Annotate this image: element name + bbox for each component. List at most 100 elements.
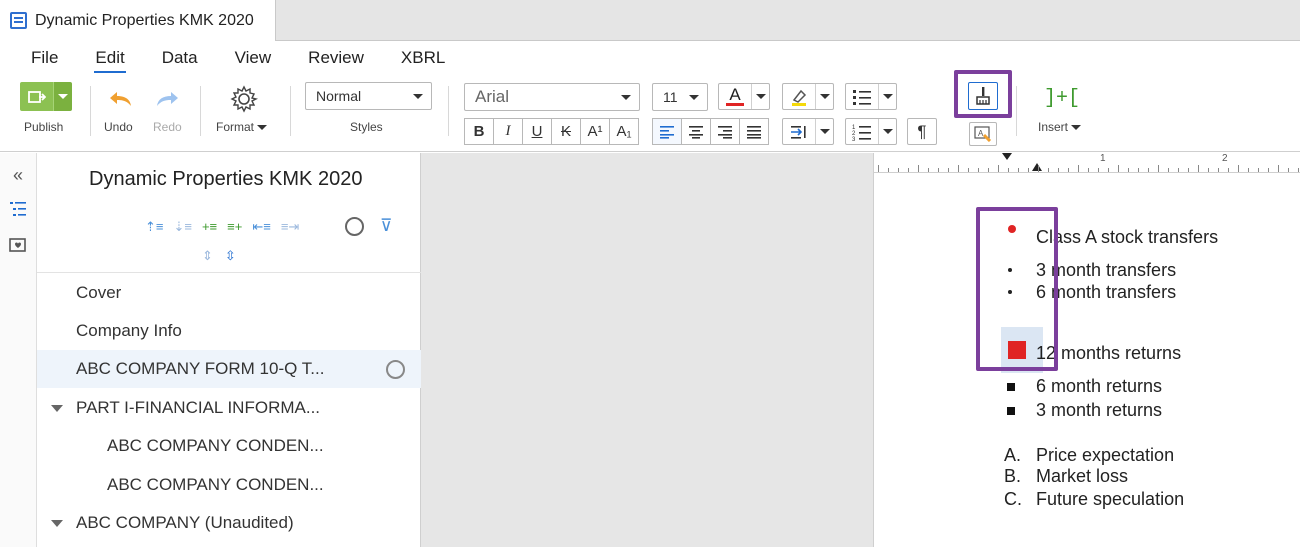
font-color-dropdown[interactable] (751, 84, 769, 109)
ruler-tick (928, 168, 929, 172)
text-format-group: B I U K A¹ A₁ (464, 118, 639, 145)
align-center-button[interactable] (681, 118, 711, 145)
justify-icon (747, 125, 761, 139)
add-sibling-icon[interactable]: +≡ (202, 219, 217, 235)
expand-all-icon[interactable]: ⇕ (202, 248, 213, 264)
ruler-tick (1198, 165, 1199, 172)
align-left-button[interactable] (652, 118, 682, 145)
list-item-text: Future speculation (1036, 489, 1185, 509)
tree-item-unaudited[interactable]: ABC COMPANY (Unaudited) (37, 504, 421, 542)
format-label[interactable]: Format (216, 120, 268, 134)
superscript-button[interactable]: A¹ (580, 118, 610, 145)
menu-data[interactable]: Data (155, 44, 205, 72)
format-button[interactable] (228, 84, 260, 114)
ruler-tick (1128, 168, 1129, 172)
numbered-list-dropdown[interactable] (878, 119, 896, 144)
left-indent-marker[interactable] (1032, 163, 1042, 171)
style-select[interactable]: Normal (305, 82, 432, 110)
left-icon-rail: « (0, 153, 37, 547)
comments-icon[interactable] (8, 237, 28, 260)
clear-format-button[interactable]: A (969, 122, 997, 146)
menu-edit[interactable]: Edit (88, 44, 131, 73)
menu-file[interactable]: File (24, 44, 65, 72)
insert-label[interactable]: Insert (1038, 120, 1082, 134)
tree-item-form-10q[interactable]: ABC COMPANY FORM 10-Q T... (37, 350, 421, 388)
ruler-tick (1068, 168, 1069, 172)
document-page[interactable]: 1 2 Class A stock transfers 3 month tran… (873, 153, 1300, 547)
status-circle-icon[interactable] (386, 359, 405, 379)
circle-toggle-icon[interactable] (345, 217, 364, 236)
canvas-background (421, 153, 873, 547)
caret-down-icon[interactable] (51, 519, 63, 527)
style-select-value: Normal (316, 88, 362, 104)
bullet-list-dropdown[interactable] (878, 84, 896, 109)
ruler-tick (1108, 168, 1109, 172)
highlight-button[interactable] (782, 83, 834, 110)
publish-button[interactable] (20, 82, 72, 111)
tree-item-part-i[interactable]: PART I-FINANCIAL INFORMA... (37, 389, 421, 427)
ruler-tick (1168, 168, 1169, 172)
ruler-tick (888, 168, 889, 172)
numbered-list-icon: 123 (846, 119, 878, 144)
tree-item-company-info[interactable]: Company Info (37, 312, 421, 350)
ruler-tick (978, 168, 979, 172)
font-color-button[interactable]: A (718, 83, 770, 110)
ruler-tick (1058, 168, 1059, 172)
list-item-text: 3 month returns (1036, 400, 1163, 420)
align-right-button[interactable] (710, 118, 740, 145)
menu-review[interactable]: Review (301, 44, 371, 72)
filter-icon[interactable]: ⊽ (380, 216, 392, 236)
toolbar-divider (290, 86, 291, 136)
clear-format-icon: A (974, 126, 992, 142)
insert-button[interactable]: ]+[ (1044, 84, 1080, 112)
caret-down-icon[interactable] (51, 404, 63, 412)
italic-button[interactable]: I (493, 118, 523, 145)
publish-dropdown-button[interactable] (53, 82, 72, 111)
ruler-tick (1238, 165, 1239, 172)
ruler-tick (1298, 168, 1299, 172)
highlighter-icon (783, 84, 815, 109)
underline-button[interactable]: U (522, 118, 552, 145)
list-marker: A. (1004, 445, 1022, 465)
bold-button[interactable]: B (464, 118, 494, 145)
menu-xbrl[interactable]: XBRL (394, 44, 452, 72)
redo-button[interactable] (152, 86, 184, 112)
collapse-panel-icon[interactable]: « (8, 165, 28, 186)
ruler-tick (1258, 168, 1259, 172)
toolbar-divider (448, 86, 449, 136)
font-size-select[interactable]: 11 (652, 83, 708, 111)
show-formatting-button[interactable]: ¶ (907, 118, 937, 145)
indent-dropdown[interactable] (815, 119, 833, 144)
list-item-text: Class A stock transfers (1036, 227, 1219, 247)
tree-item-condensed-1[interactable]: ABC COMPANY CONDEN... (37, 427, 421, 465)
document-tab[interactable]: Dynamic Properties KMK 2020 (0, 0, 276, 41)
move-down-icon[interactable]: ⇣≡ (173, 219, 191, 235)
bullet-list-button[interactable] (845, 83, 897, 110)
outdent-icon[interactable]: ⇤≡ (252, 219, 270, 235)
first-line-indent-marker[interactable] (1002, 153, 1012, 160)
highlight-dropdown[interactable] (815, 84, 833, 109)
add-child-icon[interactable]: ≡+ (227, 219, 242, 235)
bullet-square (1007, 383, 1015, 391)
collapse-all-icon[interactable]: ⇳ (225, 248, 236, 264)
ruler-tick (938, 168, 939, 172)
numbered-list-button[interactable]: 123 (845, 118, 897, 145)
ruler-tick (1118, 165, 1119, 172)
justify-button[interactable] (739, 118, 769, 145)
undo-button[interactable] (104, 86, 136, 112)
chevron-down-icon (621, 95, 631, 100)
indent-button[interactable] (782, 118, 834, 145)
menu-view[interactable]: View (228, 44, 279, 72)
tree-item-cover[interactable]: Cover (37, 274, 421, 312)
font-family-select[interactable]: Arial (464, 83, 640, 111)
indent-item-icon[interactable]: ≡⇥ (281, 219, 299, 235)
subscript-button[interactable]: A₁ (609, 118, 639, 145)
tree-item-condensed-2[interactable]: ABC COMPANY CONDEN... (37, 466, 421, 504)
tree-item-label: ABC COMPANY FORM 10-Q T... (76, 359, 325, 378)
tree-item-label: Company Info (76, 321, 182, 340)
strikethrough-button[interactable]: K (551, 118, 581, 145)
publish-icon (20, 82, 53, 111)
move-up-icon[interactable]: ⇡≡ (145, 219, 163, 235)
ruler-tick (1078, 165, 1079, 172)
outline-icon[interactable] (8, 200, 28, 223)
